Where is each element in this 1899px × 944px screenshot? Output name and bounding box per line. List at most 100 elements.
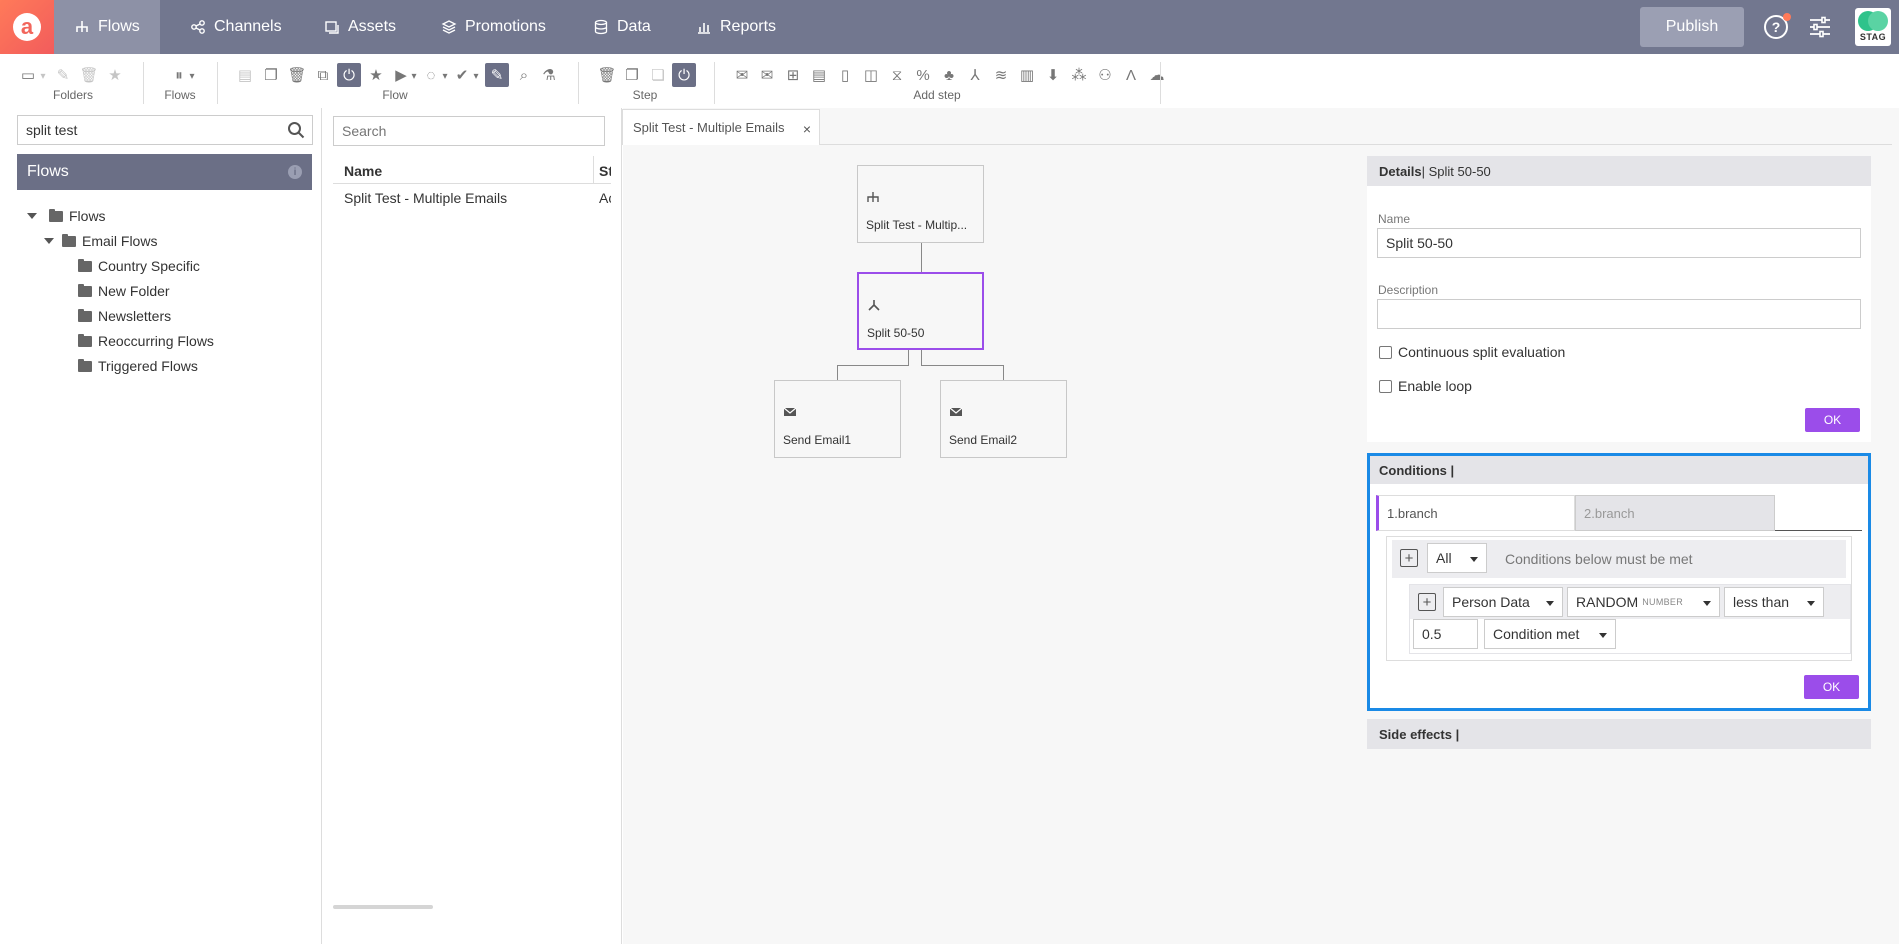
- split-flow-icon[interactable]: ⧉: [314, 66, 332, 84]
- dropdown-caret-icon[interactable]: ▾: [436, 67, 454, 85]
- search-icon[interactable]: ⌕: [515, 66, 533, 84]
- condition-result-select[interactable]: Condition met: [1484, 619, 1616, 649]
- operator-select[interactable]: less than: [1724, 587, 1824, 617]
- column-header-status[interactable]: Status: [599, 163, 611, 179]
- data-source-select[interactable]: Person Data: [1443, 587, 1563, 617]
- add-users-step-icon[interactable]: ⚇: [1096, 66, 1114, 84]
- tree-item-label: Triggered Flows: [98, 358, 198, 374]
- add-email-variant-icon[interactable]: ✉: [758, 66, 776, 84]
- flow-node-split[interactable]: Split 50-50: [857, 272, 984, 350]
- conditions-panel-header[interactable]: Conditions |: [1370, 456, 1868, 484]
- flow-node-start[interactable]: Split Test - Multip...: [857, 165, 984, 243]
- tree-item-new-folder[interactable]: New Folder: [78, 280, 170, 302]
- nav-item-reports[interactable]: Reports: [676, 0, 796, 54]
- flow-node-send-email2[interactable]: Send Email2: [940, 380, 1067, 458]
- side-effects-panel-header[interactable]: Side effects |: [1367, 719, 1871, 749]
- info-icon[interactable]: i: [288, 165, 302, 179]
- continuous-split-option[interactable]: Continuous split evaluation: [1379, 344, 1565, 360]
- folder-search-input[interactable]: [17, 115, 313, 145]
- add-promotion-step-icon[interactable]: %: [914, 66, 932, 84]
- add-network-step-icon[interactable]: ⁂: [1070, 66, 1088, 84]
- tree-item-newsletters[interactable]: Newsletters: [78, 305, 171, 327]
- add-data-step-icon[interactable]: ≋: [992, 66, 1010, 84]
- nav-item-label: Reports: [720, 18, 777, 35]
- details-ok-button[interactable]: OK: [1805, 408, 1860, 432]
- horizontal-scrollbar[interactable]: [333, 905, 433, 909]
- paste-step-icon[interactable]: ❏: [649, 66, 667, 84]
- favorite-icon[interactable]: ★: [367, 66, 385, 84]
- tab-split-test-multiple-emails[interactable]: Split Test - Multiple Emails ×: [622, 109, 820, 145]
- add-split-step-icon[interactable]: ⅄: [966, 66, 984, 84]
- add-page-step-icon[interactable]: ▤: [810, 66, 828, 84]
- column-header-name[interactable]: Name: [344, 163, 382, 179]
- tab-branch-1[interactable]: 1.branch: [1376, 495, 1575, 531]
- tree-item-email-flows[interactable]: Email Flows: [44, 230, 157, 252]
- enable-loop-option[interactable]: Enable loop: [1379, 378, 1472, 394]
- name-field[interactable]: Split 50-50: [1377, 228, 1861, 258]
- field-select[interactable]: RANDOM NUMBER: [1567, 587, 1720, 617]
- add-document-step-icon[interactable]: ▥: [1018, 66, 1036, 84]
- tree-item-flows[interactable]: Flows: [27, 205, 106, 227]
- app-logo[interactable]: a: [0, 0, 54, 54]
- column-resize-handle[interactable]: [593, 156, 594, 184]
- add-action-step-icon[interactable]: ♣: [940, 66, 958, 84]
- match-mode-select[interactable]: All: [1427, 543, 1487, 573]
- nav-item-channels[interactable]: Channels: [170, 0, 302, 54]
- expand-caret-icon[interactable]: [27, 213, 37, 219]
- power-icon[interactable]: ⏻: [337, 63, 361, 87]
- table-row[interactable]: Split Test - Multiple Emails Active: [333, 188, 611, 224]
- dropdown-caret-icon[interactable]: ▾: [467, 67, 485, 85]
- nav-item-promotions[interactable]: Promotions: [421, 0, 566, 54]
- save-icon[interactable]: ▤: [236, 66, 254, 84]
- expand-caret-icon[interactable]: [44, 238, 54, 244]
- add-cloud-step-icon[interactable]: ☁: [1148, 66, 1166, 84]
- nav-item-flows[interactable]: Flows: [54, 0, 160, 54]
- flow-node-send-email1[interactable]: Send Email1: [774, 380, 901, 458]
- description-field[interactable]: [1377, 299, 1861, 329]
- delete-flow-icon[interactable]: 🗑: [287, 66, 306, 84]
- settings-sliders-icon[interactable]: [1808, 16, 1832, 38]
- chevron-down-icon: [1470, 557, 1478, 562]
- add-mobile-step-icon[interactable]: ▯: [836, 66, 854, 84]
- add-wait-step-icon[interactable]: ⧖: [888, 66, 906, 84]
- details-panel: Name Split 50-50 Description Continuous …: [1367, 186, 1871, 442]
- step-power-icon[interactable]: ⏻: [672, 63, 696, 87]
- nav-item-assets[interactable]: Assets: [304, 0, 416, 54]
- dropdown-caret-icon[interactable]: ▾: [183, 67, 201, 85]
- continuous-split-checkbox[interactable]: [1379, 345, 1392, 359]
- delete-step-icon[interactable]: 🗑: [597, 66, 616, 84]
- edit-mode-icon[interactable]: ✎: [485, 63, 509, 87]
- condition-value-input[interactable]: 0.5: [1413, 619, 1478, 649]
- publish-button[interactable]: Publish: [1640, 7, 1744, 47]
- flow-search-input[interactable]: [333, 116, 605, 146]
- tree-item-triggered-flows[interactable]: Triggered Flows: [78, 355, 198, 377]
- folder-icon: [78, 308, 92, 322]
- test-flask-icon[interactable]: ⚗: [540, 66, 558, 84]
- details-panel-header[interactable]: Details | Split 50-50: [1367, 156, 1871, 186]
- tree-item-label: Email Flows: [82, 233, 158, 249]
- add-web-step-icon[interactable]: ⊞: [784, 66, 802, 84]
- enable-loop-checkbox[interactable]: [1379, 379, 1392, 393]
- environment-badge[interactable]: STAG: [1855, 8, 1891, 46]
- add-condition-icon[interactable]: +: [1400, 549, 1418, 567]
- dropdown-caret-icon[interactable]: ▾: [405, 67, 423, 85]
- close-icon[interactable]: ×: [803, 121, 811, 137]
- add-filter-step-icon[interactable]: ⬇: [1044, 66, 1062, 84]
- copy-step-icon[interactable]: ❐: [623, 66, 641, 84]
- edit-folder-icon[interactable]: ✎: [54, 66, 72, 84]
- conditions-ok-button[interactable]: OK: [1804, 675, 1859, 699]
- search-icon[interactable]: [287, 121, 305, 139]
- add-subcondition-icon[interactable]: +: [1418, 593, 1436, 611]
- dropdown-caret-icon[interactable]: ▾: [34, 67, 52, 85]
- delete-folder-icon[interactable]: 🗑: [79, 66, 98, 84]
- nav-item-data[interactable]: Data: [573, 0, 671, 54]
- logo-mark: a: [13, 13, 41, 41]
- tree-item-country-specific[interactable]: Country Specific: [78, 255, 200, 277]
- tree-item-reoccurring-flows[interactable]: Reoccurring Flows: [78, 330, 214, 352]
- add-sms-step-icon[interactable]: ◫: [862, 66, 880, 84]
- tab-branch-2[interactable]: 2.branch: [1575, 495, 1775, 531]
- copy-icon[interactable]: ❐: [262, 66, 280, 84]
- add-ab-step-icon[interactable]: Λ: [1122, 66, 1140, 84]
- favorite-folder-icon[interactable]: ★: [106, 66, 124, 84]
- add-email-step-icon[interactable]: ✉: [733, 66, 751, 84]
